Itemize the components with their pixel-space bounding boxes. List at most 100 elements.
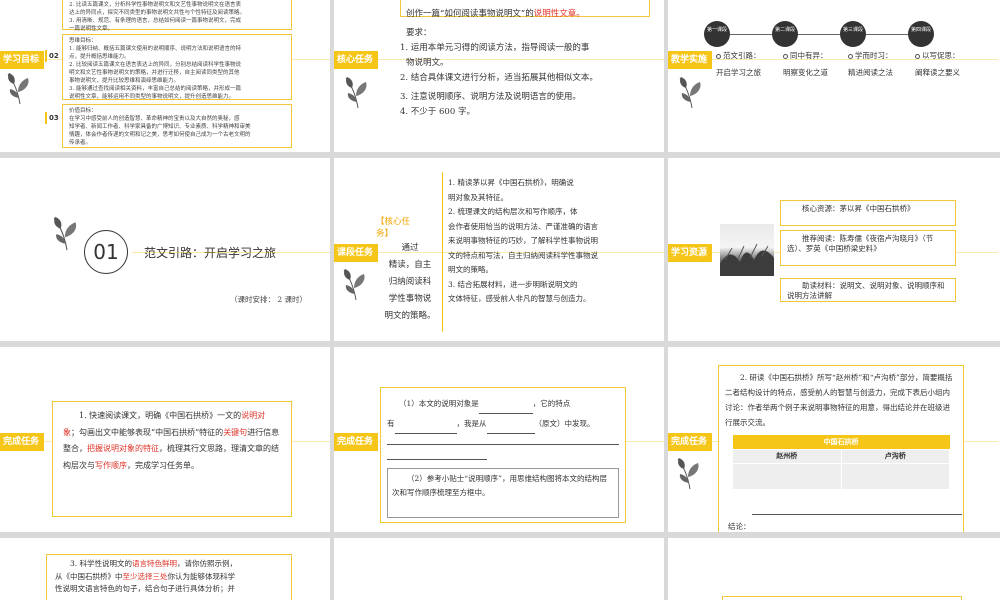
section-label: 核心任务 [334, 51, 664, 69]
leaf-icon [345, 77, 367, 109]
core-task-text: 创作一篇“如何阅读事物说明文”的 [406, 9, 534, 19]
goal-line: 3. 用清晰、规范、有条理的语言，总结如何阅读一篇事物说明文，完成 [69, 18, 241, 24]
circle-bullet-icon [783, 53, 788, 59]
task-1-text: 1. 快速阅读课文，明确《中国石拱桥》一文的说明对象；勾画出文中能够表现“中国石… [63, 411, 280, 470]
requirement-item: 2. 结合具体课文进行分析，适当拓展其他相似文本。 [400, 73, 598, 83]
section-number-circle: 01 [84, 230, 128, 274]
task-list: 1. 精读茅以昇《中国石拱桥》，明确说 明对象及其特征。 2. 梳理课文的结构层… [448, 176, 660, 307]
requirement-item: 4. 不少于 600 字。 [400, 107, 475, 117]
core-task-line: 精读，自主 [388, 260, 432, 270]
slide-blank[interactable] [334, 538, 664, 600]
core-task-highlight: 说明性文章。 [533, 9, 585, 19]
leaf-icon [7, 73, 29, 105]
stage-circle-3: 第三课段 [840, 21, 866, 47]
goal-line: 2. 比读五篇课文，分析科学性事物说明文和文艺性事物说明文在语言表 [69, 2, 241, 8]
task-line: 1. 精读茅以昇《中国石拱桥》，明确说 [448, 178, 574, 187]
core-task-desc: 通过 精读，自主 归纳阅读科 学性事物说 明文的策略。 [380, 240, 440, 325]
task-line: 文的特点和写法，自主归纳阅读科学性事物说 [448, 250, 598, 260]
bridge-table: 中国石拱桥 赵州桥 卢沟桥 [732, 435, 950, 490]
section-label: 学习目标 [0, 51, 330, 69]
answer-blank[interactable] [486, 414, 535, 434]
requirement-item: 物说明文。 [406, 58, 449, 68]
slide-stage-tasks[interactable]: 课段任务 【核心任务】 通过 精读，自主 归纳阅读科 学性事物说 明文的策略。 … [334, 158, 664, 341]
highlight-order: 写作顺序 [95, 460, 127, 470]
section-label: 完成任务 [668, 433, 998, 451]
goal-line: 1. 能够归纳、概括五篇课文使用的说明顺序、说明方法和说明语言的特 [69, 46, 241, 52]
slide-core-task[interactable]: 创作一篇“如何阅读事物说明文”的说明性文章。 核心任务 要求： 1. 运用本单元… [334, 0, 664, 152]
stage-circle-1: 第一课段 [704, 21, 730, 47]
stage-sub-3: 精进阅读之法 [848, 68, 893, 77]
goal-number-03: 03 [45, 112, 61, 124]
core-resource-box: 核心资源：茅以昇《中国石拱桥》 [780, 200, 956, 226]
aux-material-box: 助读材料：说明文、说明对象、说明顺序和说明方法讲解 [780, 278, 956, 302]
goal-box-title: 思维目标： [69, 38, 97, 44]
stage-circle-4: 第四课段 [908, 21, 934, 47]
answer-blank[interactable] [478, 394, 533, 414]
section-underline [132, 252, 330, 253]
requirement-item: 3. 注意说明顺序、说明方法及说明语言的使用。 [400, 92, 581, 102]
slide-partial[interactable] [668, 538, 1000, 600]
answer-line[interactable] [387, 444, 619, 445]
goal-line: 达上的异同点，探究不同类型的事物说明文共性与个性特征及阅读策略。 [69, 10, 246, 16]
leaf-icon [53, 216, 77, 251]
table-cell[interactable] [732, 462, 842, 490]
section-number: 01 [93, 240, 119, 264]
table-header-lugou: 卢沟桥 [840, 448, 950, 464]
task-1-box: 1. 快速阅读课文，明确《中国石拱桥》一文的说明对象；勾画出文中能够表现“中国石… [52, 401, 292, 517]
stage-connector-line [712, 34, 922, 35]
core-task-line: 明文的策略。 [384, 311, 436, 321]
leaf-icon [343, 269, 365, 301]
goal-line: 在学习中感受前人的创造智慧、革命精神的宝贵以及大自然的奥秘，感 [69, 116, 240, 122]
task-line: 明对象及其特征。 [448, 192, 508, 202]
goal-line: 事物说明文，提升比较思维和演绎思维能力。 [69, 78, 180, 84]
section-label: 完成任务 [334, 433, 664, 451]
highlight-three: 至少选择三处 [122, 571, 168, 581]
slide-learning-resources[interactable]: 学习资源 核心资源：茅以昇《中国石拱桥》 推荐阅读：陈寿儒《夜宿卢沟晓月》（节选… [668, 158, 1000, 341]
core-task-line: 通过 [401, 243, 419, 253]
slide-complete-task-3[interactable]: 完成任务 2. 研读《中国石拱桥》所写“赵州桥”和“卢沟桥”部分，简要概括二者结… [668, 347, 1000, 532]
stage-sub-4: 阐释读之要义 [915, 68, 960, 77]
core-task-tag: 【核心任务】 [376, 217, 411, 239]
section-label: 学习资源 [668, 244, 998, 262]
plant-photo [720, 224, 774, 276]
table-cell[interactable] [840, 462, 950, 490]
partial-box [722, 596, 962, 600]
task-line: 2. 梳理课文的结构层次和写作顺序，体 [448, 207, 578, 216]
table-header-zhaozhou: 赵州桥 [732, 448, 842, 464]
answer-line[interactable] [752, 514, 962, 515]
core-resource-text: 核心资源：茅以昇《中国石拱桥》 [802, 204, 915, 213]
core-task-line: 学性事物说 [388, 294, 432, 304]
goal-line: 点，提升概括思维能力。 [69, 54, 130, 60]
stage-name-1: 范文引路： [716, 50, 761, 61]
recommended-reading-text: 推荐阅读：陈寿儒《夜宿卢沟晓月》（节选）、罗英《中国桥梁史料》 [787, 234, 934, 253]
goal-line: 传承者。 [69, 140, 92, 146]
stage-name-4: 以写促思： [915, 50, 960, 61]
task-line: 明文的策略。 [448, 265, 493, 274]
goal-box-2: 思维目标： 1. 能够归纳、概括五篇课文使用的说明顺序、说明方法和说明语言的特 … [62, 34, 292, 100]
core-task-line: 归纳阅读科 [388, 277, 432, 287]
conclusion-label: 结论： [728, 522, 751, 531]
slide-learning-goals[interactable]: 2. 比读五篇课文，分析科学性事物说明文和文艺性事物说明文在语言表 达上的异同点… [0, 0, 330, 152]
answer-line[interactable] [387, 459, 487, 460]
slide-teaching-implementation[interactable]: 第一课段 第二课段 第三课段 第四课段 教学实施 范文引路： 同中有异： 学而时… [668, 0, 1000, 152]
goal-line: 情趣，体会作者传递的文明和记之美，思考如何使自己成为一个古老文明的 [69, 132, 251, 138]
slide-section-01[interactable]: 01 范文引路：开启学习之旅 （课时安排： 2 课时） [0, 158, 330, 341]
slide-complete-task-2[interactable]: 完成任务 （1）本文的说明对象是 ，它的特点 有 ，我是从 （原文）中发现。 （… [334, 347, 664, 532]
requirement-item: 1. 运用本单元习得的阅读方法，指导阅读一般的事 [400, 43, 590, 53]
structure-diagram-box[interactable]: （2）参考小贴士“说明顺序”，用思维结构图将本文的结构层次和写作顺序梳理至方框中… [387, 468, 619, 518]
goal-line: 一篇说明性文章。 [69, 26, 114, 32]
highlight-keyword: 关键句 [223, 427, 248, 437]
requirements-title: 要求： [406, 28, 432, 38]
task-3-text: 2. 研读《中国石拱桥》所写“赵州桥”和“卢沟桥”部分，简要概括二者结构设计的特… [725, 373, 953, 427]
goal-box-title: 价值目标： [69, 108, 97, 114]
circle-bullet-icon [915, 53, 920, 59]
plant-icon [720, 243, 774, 276]
stage-name-3: 学而时习： [848, 50, 893, 61]
table-title: 中国石拱桥 [732, 435, 950, 449]
task-line: 文体特征，感受前人非凡的智慧与创造力。 [448, 294, 591, 303]
slide-complete-task-4[interactable]: 3. 科学性说明文的语言特色鲜明，请你仿照示例， 从《中国石拱桥》中至少选择三处你… [0, 538, 330, 600]
task-4-text: 3. 科学性说明文的语言特色鲜明，请你仿照示例， 从《中国石拱桥》中至少选择三处你… [55, 559, 238, 593]
answer-blank[interactable] [394, 414, 457, 434]
slide-complete-task-1[interactable]: 完成任务 1. 快速阅读课文，明确《中国石拱桥》一文的说明对象；勾画出文中能够表… [0, 347, 330, 532]
task-line: 3. 结合拓展材料，进一步明晰说明文的 [448, 279, 578, 289]
